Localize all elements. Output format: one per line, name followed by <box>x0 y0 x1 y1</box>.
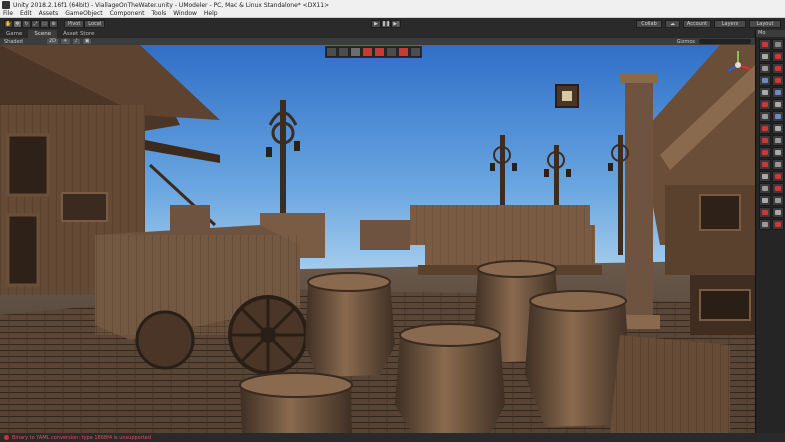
paint-tool-icon[interactable] <box>759 147 771 158</box>
gear-icon[interactable] <box>386 47 397 57</box>
step-icon[interactable]: ▶| <box>391 20 401 28</box>
barrel-4 <box>395 323 505 433</box>
box-red-tool-icon[interactable] <box>772 51 784 62</box>
scene-search-input[interactable] <box>699 39 751 44</box>
mirror-tool-icon[interactable] <box>772 111 784 122</box>
offset-tool-icon[interactable] <box>759 195 771 206</box>
snap-tool-icon[interactable] <box>759 171 771 182</box>
right-railing <box>610 335 730 433</box>
bridge-tool-icon[interactable] <box>759 111 771 122</box>
split-tool-icon[interactable] <box>772 195 784 206</box>
account-dropdown[interactable]: Account <box>683 20 711 28</box>
redo-tool-icon[interactable] <box>772 219 784 230</box>
pivot-toggles: Pivot Local <box>64 20 106 28</box>
cube-tool-icon[interactable] <box>772 39 784 50</box>
export-tool-icon[interactable] <box>772 207 784 218</box>
weld-tool-icon[interactable] <box>772 123 784 134</box>
transform-tool-icon[interactable]: ⊕ <box>49 20 58 28</box>
pen-tool-icon[interactable] <box>759 75 771 86</box>
title-bar: Unity 2018.2.16f1 (64bit) - ViallageOnTh… <box>0 0 785 10</box>
rotate-tool-icon[interactable]: ↻ <box>22 20 31 28</box>
cube-face-icon[interactable] <box>350 47 361 57</box>
extrude-tool-icon[interactable] <box>772 75 784 86</box>
rect-tool-icon[interactable]: ▭ <box>40 20 49 28</box>
inset-tool-icon[interactable] <box>772 183 784 194</box>
scale-tool-icon[interactable]: ⤢ <box>31 20 40 28</box>
play-icon[interactable]: ▶ <box>371 20 381 28</box>
lighting-toggle-icon[interactable]: ☀ <box>61 39 70 44</box>
view-tabs: Game Scene Asset Store <box>0 30 755 38</box>
tab-game[interactable]: Game <box>0 30 28 38</box>
window-title: Unity 2018.2.16f1 (64bit) - ViallageOnTh… <box>13 1 330 9</box>
pause-icon[interactable]: ❚❚ <box>381 20 391 28</box>
umodeler-tool-panel: Mo <box>755 30 785 433</box>
scene-control-bar: Shaded 2D ☀ ♪ ▣ Gizmos <box>0 38 755 45</box>
cloud-icon[interactable]: ☁ <box>665 20 680 28</box>
flip-tool-icon[interactable] <box>759 135 771 146</box>
uv-tool-icon[interactable] <box>772 147 784 158</box>
menu-tools[interactable]: Tools <box>151 10 166 17</box>
mode-2d-toggle[interactable]: 2D <box>47 39 59 44</box>
collab-dropdown[interactable]: Collab <box>636 20 662 28</box>
bevel-tool-icon[interactable] <box>759 99 771 110</box>
menu-file[interactable]: File <box>3 10 13 17</box>
line-tool-icon[interactable] <box>759 63 771 74</box>
smooth-tool-icon[interactable] <box>772 135 784 146</box>
sphere-tool-icon[interactable] <box>772 87 784 98</box>
right-toolbar: Collab ☁ Account Layers Layout <box>636 20 781 28</box>
audio-toggle-icon[interactable]: ♪ <box>72 39 80 44</box>
menu-edit[interactable]: Edit <box>20 10 32 17</box>
main-toolbar: ✋ ✥ ↻ ⤢ ▭ ⊕ Pivot Local ▶ ❚❚ ▶| Collab ☁… <box>0 18 785 30</box>
loop-cut-tool-icon[interactable] <box>772 99 784 110</box>
tab-scene[interactable]: Scene <box>28 30 58 38</box>
layout-dropdown[interactable]: Layout <box>749 20 781 28</box>
cube-edge-icon[interactable] <box>338 47 349 57</box>
cube-vertex-icon[interactable] <box>326 47 337 57</box>
transform-tools: ✋ ✥ ↻ ⤢ ▭ ⊕ <box>4 20 58 28</box>
material-tool-icon[interactable] <box>759 159 771 170</box>
hand-tool-icon[interactable]: ✋ <box>4 20 13 28</box>
menu-window[interactable]: Window <box>173 10 197 17</box>
effects-toggle-icon[interactable]: ▣ <box>82 39 92 44</box>
close-icon[interactable] <box>410 47 421 57</box>
scene-viewport[interactable] <box>0 45 755 433</box>
cut-tool-icon[interactable] <box>772 171 784 182</box>
menu-component[interactable]: Component <box>110 10 145 17</box>
play-controls: ▶ ❚❚ ▶| <box>371 20 401 28</box>
error-icon <box>4 435 9 440</box>
barrel-5 <box>239 372 353 433</box>
layers-dropdown[interactable]: Layers <box>714 20 746 28</box>
status-message[interactable]: Binary to YAML conversion: type 1868f4 i… <box>12 435 151 441</box>
menu-assets[interactable]: Assets <box>39 10 59 17</box>
local-button[interactable]: Local <box>84 20 106 28</box>
umodeler-tool-grid <box>756 37 785 230</box>
cylinder-tool-icon[interactable] <box>759 87 771 98</box>
status-bar: Binary to YAML conversion: type 1868f4 i… <box>0 433 785 442</box>
umodeler-tab[interactable]: Mo <box>756 30 785 37</box>
push-pull-tool-icon[interactable] <box>759 183 771 194</box>
barrel-1 <box>305 272 395 377</box>
shading-mode-dropdown[interactable]: Shaded <box>4 39 44 45</box>
unity-logo-icon <box>2 1 10 9</box>
tab-asset-store[interactable]: Asset Store <box>57 30 100 38</box>
menu-gameobject[interactable]: GameObject <box>65 10 102 17</box>
pivot-tool-icon[interactable] <box>772 159 784 170</box>
move-tool-icon[interactable]: ✥ <box>13 20 22 28</box>
arc-tool-icon[interactable] <box>772 63 784 74</box>
cube-object-icon[interactable] <box>362 47 373 57</box>
undo-tool-icon[interactable] <box>759 219 771 230</box>
pivot-button[interactable]: Pivot <box>64 20 85 28</box>
plane-tool-icon[interactable] <box>759 51 771 62</box>
cube-element-icon[interactable] <box>374 47 385 57</box>
settings-icon[interactable] <box>398 47 409 57</box>
scene-render <box>0 45 755 433</box>
umodeler-overlay-toolbar <box>325 46 422 58</box>
select-tool-icon[interactable] <box>759 39 771 50</box>
menu-bar: File Edit Assets GameObject Component To… <box>0 10 785 18</box>
merge-tool-icon[interactable] <box>759 207 771 218</box>
menu-help[interactable]: Help <box>204 10 218 17</box>
boolean-tool-icon[interactable] <box>759 123 771 134</box>
